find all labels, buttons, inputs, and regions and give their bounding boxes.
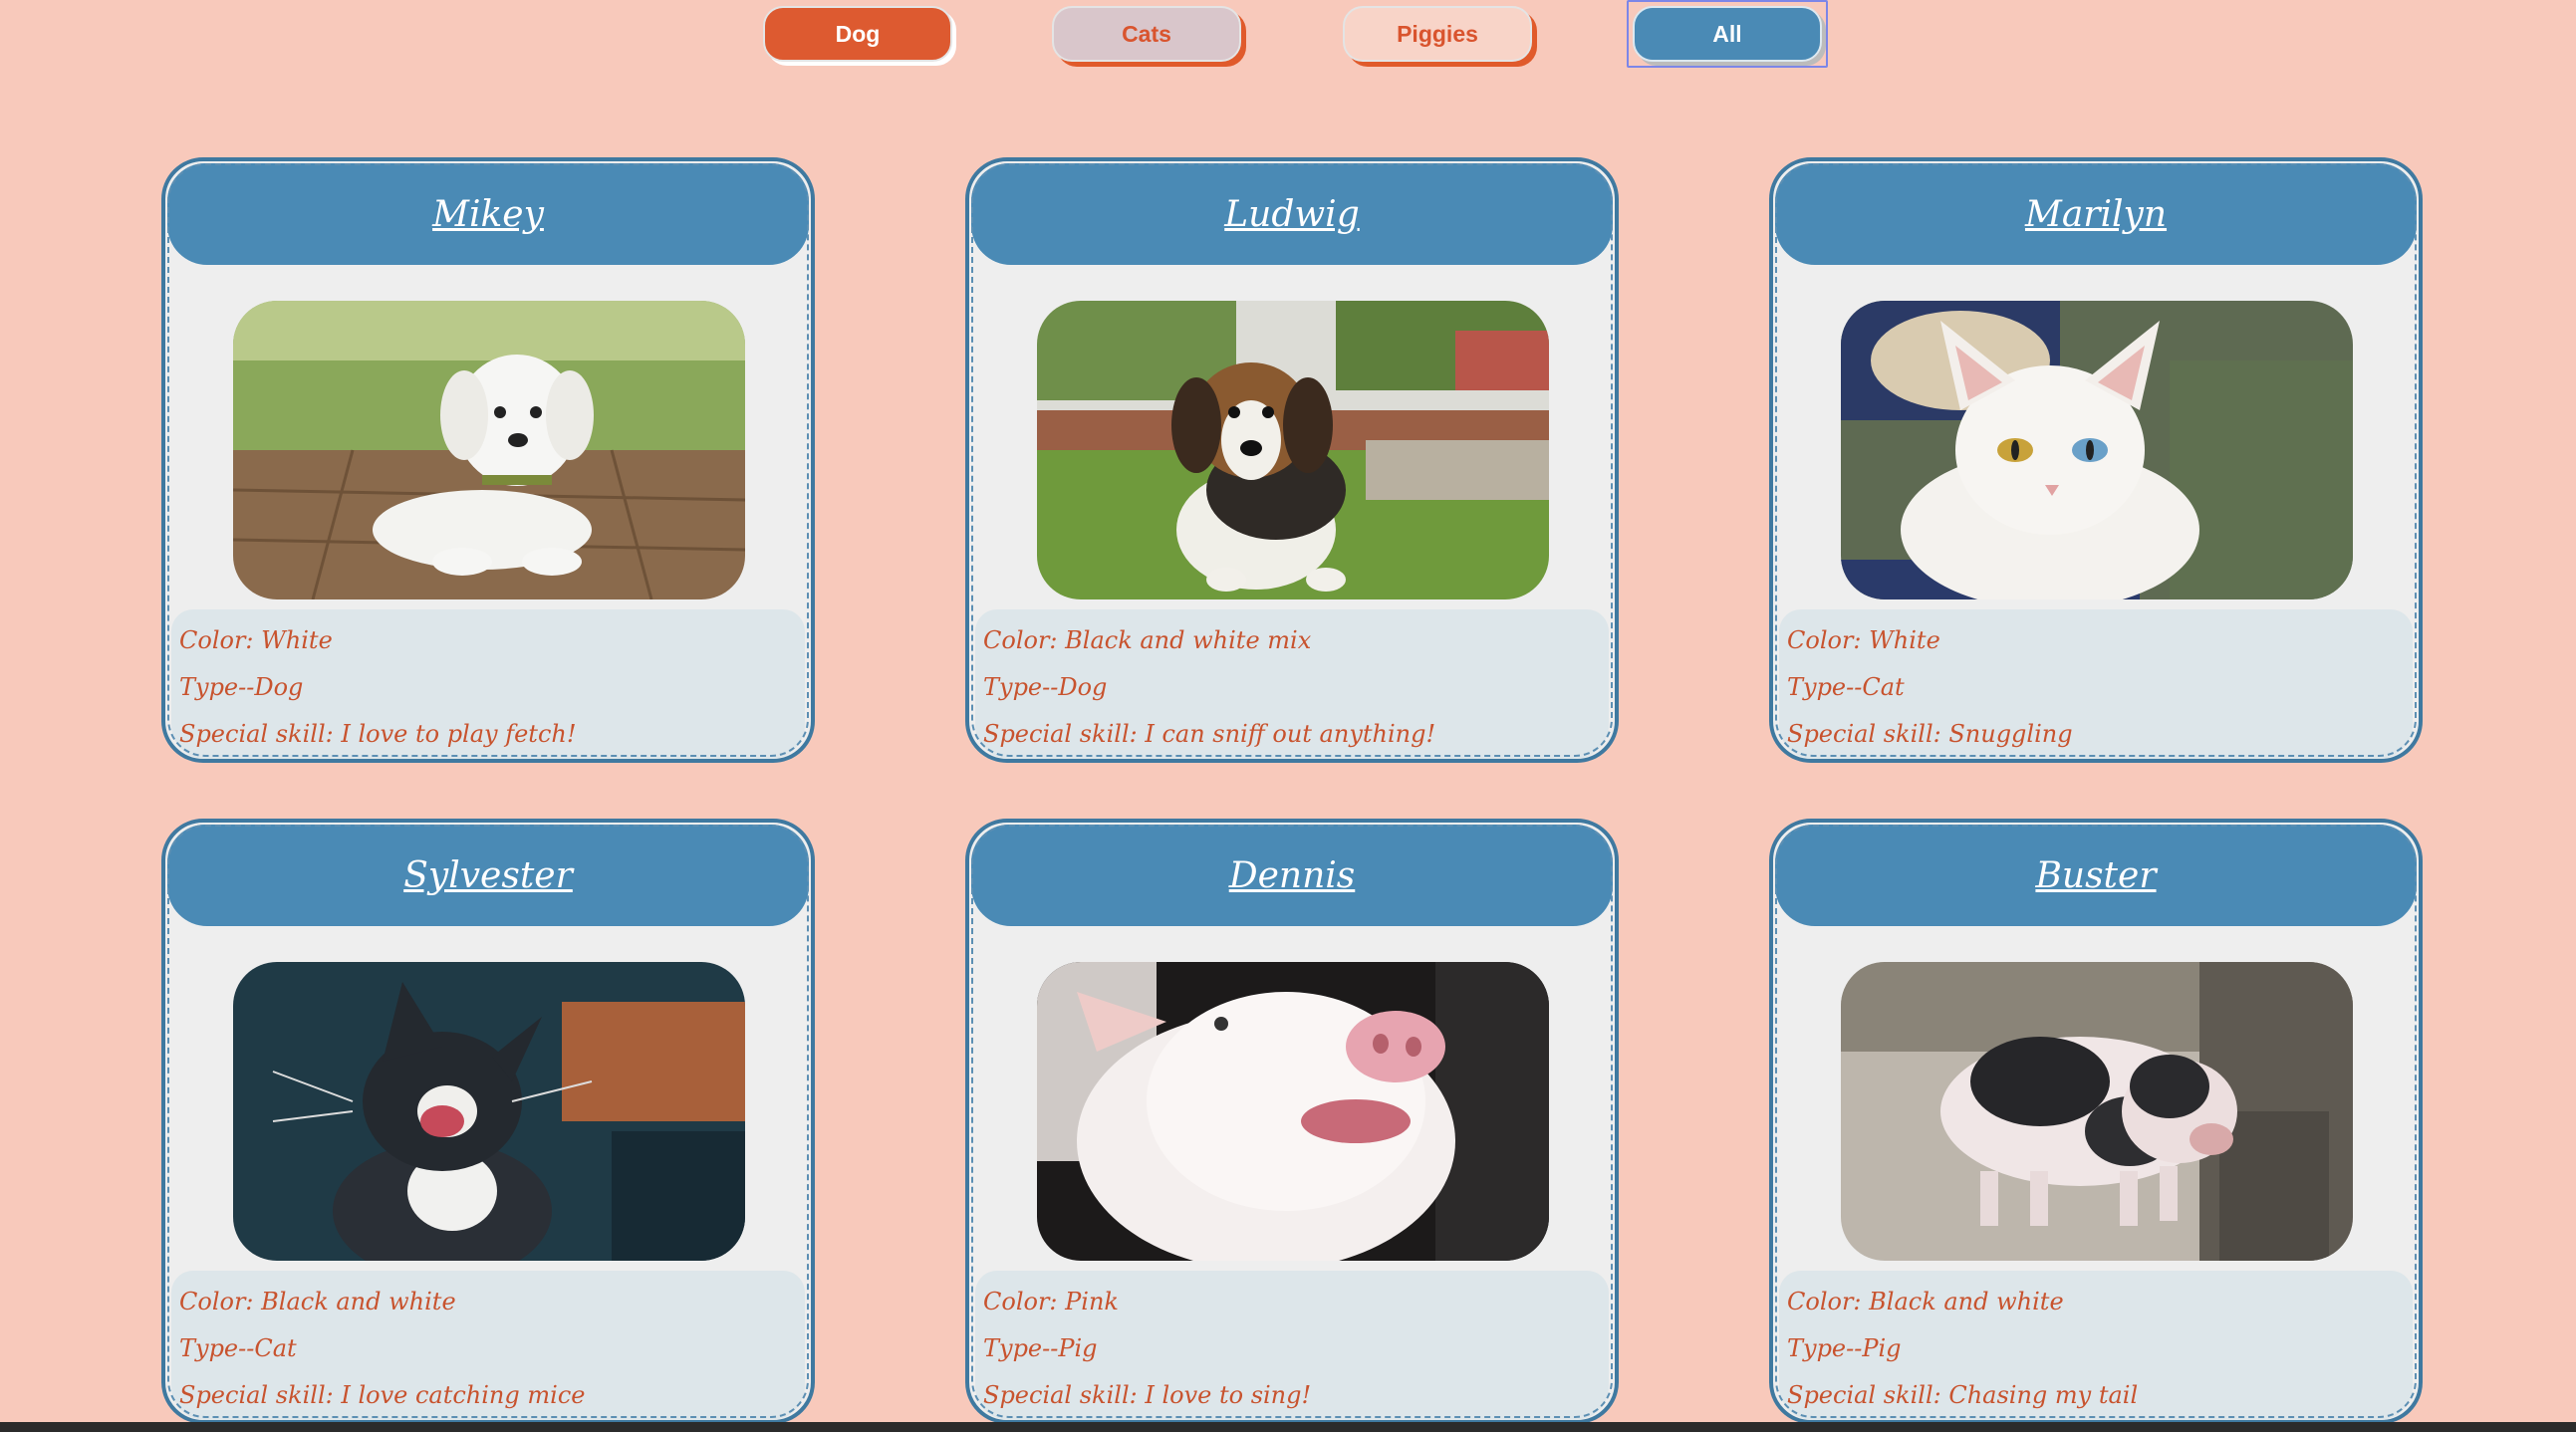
pet-card-mikey: Mikey Color: White Type--Dog Special ski… [161, 157, 815, 763]
card-header: Sylvester [167, 825, 809, 926]
pet-name: Marilyn [2024, 193, 2168, 235]
pet-name: Ludwig [1224, 193, 1360, 235]
pet-skill: Special skill: I love catching mice [179, 1381, 586, 1409]
pet-info: Color: White Type--Cat Special skill: Sn… [1779, 609, 2413, 759]
pet-name: Sylvester [403, 854, 573, 896]
beagle-puppy-photo [1037, 301, 1549, 599]
black-white-kitten-photo [233, 962, 745, 1261]
pet-name: Buster [2035, 854, 2157, 896]
pet-info: Color: White Type--Dog Special skill: I … [171, 609, 805, 759]
pink-piglet-photo [1037, 962, 1549, 1261]
pet-card-ludwig: Ludwig Color: Black and white mix Type--… [965, 157, 1619, 763]
taskbar-strip [0, 1422, 2576, 1432]
card-header: Marilyn [1775, 163, 2417, 265]
pet-color: Color: Black and white [1787, 1288, 2064, 1315]
pet-color: Color: White [1787, 626, 1940, 654]
card-header: Mikey [167, 163, 809, 265]
white-cat-photo [1841, 301, 2353, 599]
pet-name: Dennis [1228, 854, 1356, 896]
pet-card-marilyn: Marilyn Color: White Type--Cat Special s… [1769, 157, 2423, 763]
cats-filter-button[interactable]: Cats [1052, 6, 1241, 62]
pet-card-sylvester: Sylvester Color: Black and white Type--C… [161, 819, 815, 1424]
dog-filter-button[interactable]: Dog [763, 6, 952, 62]
pet-info: Color: Pink Type--Pig Special skill: I l… [975, 1271, 1609, 1420]
pet-color: Color: Pink [983, 1288, 1119, 1315]
pet-card-dennis: Dennis Color: Pink Type--Pig Special ski… [965, 819, 1619, 1424]
pet-info: Color: Black and white Type--Pig Special… [1779, 1271, 2413, 1420]
card-header: Ludwig [971, 163, 1613, 265]
pet-color: Color: White [179, 626, 333, 654]
piggies-filter-button[interactable]: Piggies [1343, 6, 1532, 62]
pet-type: Type--Pig [1787, 1334, 1902, 1362]
pet-type: Type--Cat [1787, 673, 1905, 701]
pet-info: Color: Black and white Type--Cat Special… [171, 1271, 805, 1420]
pet-skill: Special skill: Snuggling [1787, 720, 2073, 748]
pet-name: Mikey [432, 193, 544, 235]
pet-skill: Special skill: Chasing my tail [1787, 1381, 2139, 1409]
pet-color: Color: Black and white mix [983, 626, 1312, 654]
pet-skill: Special skill: I love to play fetch! [179, 720, 577, 748]
pet-type: Type--Dog [983, 673, 1108, 701]
pet-type: Type--Cat [179, 1334, 297, 1362]
all-filter-button[interactable]: All [1633, 6, 1822, 62]
card-header: Buster [1775, 825, 2417, 926]
pet-skill: Special skill: I love to sing! [983, 1381, 1312, 1409]
filter-bar: Dog Cats Piggies All [0, 0, 2576, 80]
card-header: Dennis [971, 825, 1613, 926]
white-puppy-photo [233, 301, 745, 599]
pet-type: Type--Pig [983, 1334, 1098, 1362]
pet-skill: Special skill: I can sniff out anything! [983, 720, 1436, 748]
pet-type: Type--Dog [179, 673, 304, 701]
pet-color: Color: Black and white [179, 1288, 456, 1315]
pet-card-buster: Buster Color: Black and white Type--Pig … [1769, 819, 2423, 1424]
pet-info: Color: Black and white mix Type--Dog Spe… [975, 609, 1609, 759]
spotted-piglet-photo [1841, 962, 2353, 1261]
